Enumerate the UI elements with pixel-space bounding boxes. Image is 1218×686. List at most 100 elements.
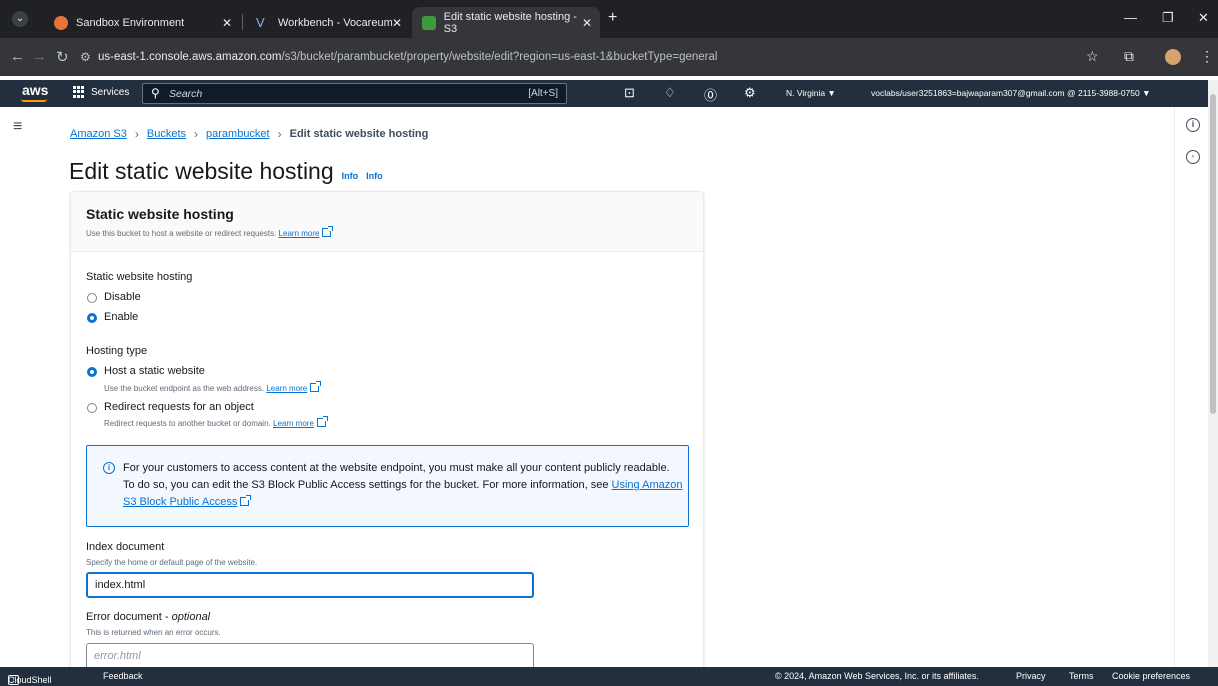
search-placeholder: Search: [169, 88, 203, 100]
alert-body: For your customers to access content at …: [123, 462, 670, 491]
static-website-hosting-container: Static website hosting Use this bucket t…: [70, 191, 704, 671]
optional-text: optional: [171, 611, 211, 623]
services-menu[interactable]: Services: [73, 86, 129, 98]
copyright-text: © 2024, Amazon Web Services, Inc. or its…: [775, 671, 979, 681]
host-static-website-desc: Use the bucket endpoint as the web addre…: [104, 381, 322, 393]
cloudshell-label: CloudShell: [8, 675, 52, 685]
info-link[interactable]: Info: [342, 171, 359, 181]
browser-menu-icon[interactable]: ⋮: [1200, 48, 1214, 65]
option-desc-text: Use the bucket endpoint as the web addre…: [104, 384, 265, 393]
enable-label[interactable]: Enable: [104, 311, 138, 323]
aws-logo[interactable]: aws: [21, 82, 49, 102]
breadcrumb: Amazon S3 › Buckets › parambucket › Edit…: [70, 127, 428, 141]
page-title-text: Edit static website hosting: [69, 158, 334, 184]
browser-tab-bar: ⌄ Sandbox Environment ✕ V Workbench - Vo…: [0, 0, 1218, 38]
region-selector[interactable]: N. Virginia ▼: [786, 88, 836, 98]
enable-radio[interactable]: [87, 313, 97, 323]
info-circle-icon: i: [103, 462, 115, 474]
window-close-icon[interactable]: ✕: [1198, 10, 1209, 26]
url-field[interactable]: us-east-1.console.aws.amazon.com/s3/buck…: [98, 51, 717, 63]
close-icon[interactable]: ✕: [582, 16, 592, 30]
chevron-right-icon: ›: [277, 127, 282, 141]
breadcrumb-amazon-s3[interactable]: Amazon S3: [70, 128, 127, 140]
info-alert: i For your customers to access content a…: [86, 445, 689, 527]
feedback-icon[interactable]: ◦: [1186, 150, 1200, 164]
info-link-2[interactable]: Info: [366, 171, 383, 181]
notifications-bell-icon[interactable]: ♢: [664, 85, 676, 101]
forward-icon[interactable]: →: [32, 48, 47, 65]
learn-more-link[interactable]: Learn more: [279, 229, 320, 238]
grid-icon: [73, 86, 85, 98]
sandbox-favicon-icon: [54, 15, 68, 30]
vocareum-favicon-icon: V: [256, 14, 265, 30]
close-icon[interactable]: ✕: [392, 16, 402, 30]
restore-icon[interactable]: ❐: [1162, 10, 1174, 26]
error-document-label: Error document - optional: [86, 611, 210, 623]
new-tab-icon[interactable]: +: [608, 9, 617, 27]
redirect-requests-desc: Redirect requests to another bucket or d…: [104, 416, 328, 428]
hosting-type-label: Hosting type: [86, 345, 148, 357]
description-text: Use this bucket to host a website or red…: [86, 229, 277, 238]
option-desc-text: Redirect requests to another bucket or d…: [104, 419, 271, 428]
container-title: Static website hosting: [86, 206, 234, 222]
cookie-preferences-link[interactable]: Cookie preferences: [1112, 671, 1190, 681]
alert-text: For your customers to access content at …: [123, 460, 683, 511]
search-icon: ⚲: [151, 86, 160, 100]
breadcrumb-bucket[interactable]: parambucket: [206, 128, 270, 140]
hosting-field-label: Static website hosting: [86, 271, 193, 283]
redirect-requests-label[interactable]: Redirect requests for an object: [104, 401, 254, 413]
settings-gear-icon[interactable]: ⚙: [744, 85, 756, 101]
browser-tab-workbench[interactable]: V Workbench - Vocareum ✕: [246, 7, 410, 38]
feedback-link[interactable]: Feedback: [103, 671, 143, 681]
back-icon[interactable]: ←: [10, 48, 25, 65]
external-link-icon: [240, 495, 252, 506]
index-document-input[interactable]: [86, 572, 534, 598]
external-link-icon: [322, 226, 334, 237]
console-search-input[interactable]: ⚲ Search [Alt+S]: [142, 83, 567, 104]
index-document-desc: Specify the home or default page of the …: [86, 558, 258, 567]
console-footer: › CloudShell Feedback © 2024, Amazon Web …: [0, 667, 1218, 686]
scrollbar-thumb[interactable]: [1210, 94, 1216, 414]
aws-logo-text: aws: [22, 82, 49, 98]
s3-favicon-icon: [422, 15, 436, 30]
browser-tab-sandbox[interactable]: Sandbox Environment ✕: [44, 7, 240, 38]
terms-link[interactable]: Terms: [1069, 671, 1094, 681]
container-description: Use this bucket to host a website or red…: [86, 226, 334, 238]
tab-search-icon[interactable]: ⌄: [12, 11, 28, 27]
index-document-label: Index document: [86, 541, 165, 553]
chevron-right-icon: ›: [134, 127, 139, 141]
right-utility-rail: i ◦: [1174, 107, 1208, 667]
learn-more-link[interactable]: Learn more: [266, 384, 307, 393]
page-scrollbar[interactable]: [1208, 80, 1218, 667]
host-static-website-label[interactable]: Host a static website: [104, 365, 205, 377]
tab-title: Sandbox Environment: [76, 16, 185, 29]
account-menu[interactable]: voclabs/user3251863=bajwaparam307@gmail.…: [871, 88, 1151, 98]
reload-icon[interactable]: ↻: [56, 48, 69, 66]
cloudshell-icon[interactable]: ⊡: [624, 85, 635, 101]
error-document-desc: This is returned when an error occurs.: [86, 628, 221, 637]
breadcrumb-buckets[interactable]: Buckets: [147, 128, 186, 140]
host-static-website-radio[interactable]: [87, 367, 97, 377]
redirect-requests-radio[interactable]: [87, 403, 97, 413]
bookmark-star-icon[interactable]: ☆: [1086, 48, 1099, 65]
minimize-icon[interactable]: —: [1124, 10, 1137, 25]
site-info-icon[interactable]: ⚙: [80, 50, 91, 64]
disable-radio[interactable]: [87, 293, 97, 303]
browser-tab-s3[interactable]: Edit static website hosting - S3 ✕: [412, 7, 600, 38]
breadcrumb-current: Edit static website hosting: [289, 128, 429, 140]
tab-title: Workbench - Vocareum: [278, 16, 393, 29]
close-icon[interactable]: ✕: [222, 16, 232, 30]
info-panel-icon[interactable]: i: [1186, 118, 1200, 132]
url-host: us-east-1.console.aws.amazon.com: [98, 51, 282, 63]
extensions-icon[interactable]: ⧉: [1124, 48, 1134, 65]
hamburger-menu-icon[interactable]: ≡: [13, 118, 22, 136]
privacy-link[interactable]: Privacy: [1016, 671, 1046, 681]
error-document-input[interactable]: [86, 643, 534, 669]
search-shortcut: [Alt+S]: [528, 88, 558, 99]
aws-smile-icon: [21, 99, 47, 102]
profile-avatar-icon[interactable]: [1165, 49, 1181, 65]
external-link-icon: [316, 416, 328, 427]
learn-more-link[interactable]: Learn more: [273, 419, 314, 428]
help-icon[interactable]: ⓪: [704, 85, 717, 104]
disable-label[interactable]: Disable: [104, 291, 141, 303]
